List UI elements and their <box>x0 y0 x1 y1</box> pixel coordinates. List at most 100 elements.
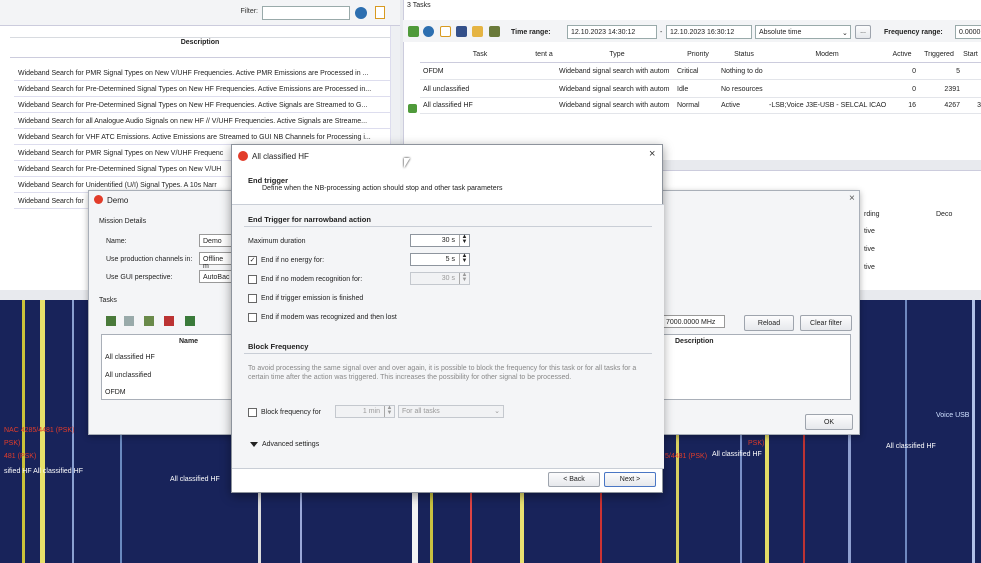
max-duration-label: Maximum duration <box>248 238 306 245</box>
filter-input[interactable] <box>262 6 350 20</box>
folder-icon[interactable] <box>472 26 483 37</box>
name-input[interactable]: Demo <box>199 234 233 247</box>
col-triggered[interactable]: Triggered <box>918 51 960 58</box>
list-item[interactable]: OFDM <box>105 389 126 396</box>
stepper-arrows-icon[interactable]: ▲ ▼ <box>459 253 469 265</box>
spectrum-label: sified HF All classified HF <box>4 468 83 475</box>
block-description: To avoid processing the same signal over… <box>248 365 637 381</box>
prod-channels-select[interactable]: Offline m <box>199 252 233 270</box>
time-range-label: Time range: <box>511 29 551 36</box>
modem-lost-label: End if modem was recognized and then los… <box>261 314 397 321</box>
expand-triangle-icon[interactable] <box>250 442 258 447</box>
list-item[interactable]: Wideband Search for Pre-Determined Signa… <box>14 82 390 97</box>
stepper-arrows-icon[interactable]: ▲ ▼ <box>459 234 469 246</box>
list-item[interactable]: All unclassified <box>105 372 151 379</box>
block-frequency-checkbox[interactable] <box>248 408 257 417</box>
binoculars-icon[interactable] <box>423 26 434 37</box>
description-column-header[interactable]: Description <box>675 338 714 345</box>
save-icon[interactable] <box>456 26 467 37</box>
divider <box>244 226 652 227</box>
close-icon[interactable]: × <box>649 148 655 160</box>
section-title: Block Frequency <box>248 342 309 351</box>
col-tent[interactable]: tent a <box>532 51 556 58</box>
col-type[interactable]: Type <box>558 51 676 58</box>
no-modem-checkbox[interactable] <box>248 275 257 284</box>
back-button[interactable]: < Back <box>548 472 600 487</box>
app-logo-icon <box>94 195 103 204</box>
chevron-down-icon: ⌄ <box>494 408 500 415</box>
no-energy-stepper[interactable]: 5 s ▲ ▼ <box>410 253 470 266</box>
divider <box>232 468 664 469</box>
gui-perspective-label: Use GUI perspective: <box>106 274 173 281</box>
new-document-icon[interactable] <box>440 26 451 37</box>
col-modem[interactable]: Modem <box>768 51 886 58</box>
name-column-header[interactable]: Name <box>179 338 198 345</box>
max-duration-stepper[interactable]: 30 s ▲ ▼ <box>410 234 470 247</box>
col-priority[interactable]: Priority <box>676 51 720 58</box>
binoculars-icon[interactable] <box>355 7 367 19</box>
advanced-settings-label[interactable]: Advanced settings <box>262 441 319 448</box>
status-text: tive <box>864 264 875 271</box>
col-deco[interactable]: Deco <box>936 211 952 218</box>
time-from-field[interactable]: 12.10.2023 14:30:12 <box>567 25 657 39</box>
list-item[interactable]: Wideband Search for PMR Signal Types on … <box>14 66 390 81</box>
copy-task-icon[interactable] <box>124 316 134 326</box>
list-item[interactable]: Wideband Search for all Analogue Audio S… <box>14 114 390 129</box>
chevron-down-icon: ⌄ <box>842 30 848 37</box>
col-active[interactable]: Active <box>886 51 918 58</box>
spectrum-label: 481 (PSK) <box>4 453 37 460</box>
app-logo-icon <box>238 151 248 161</box>
name-label: Name: <box>106 238 127 245</box>
table-row[interactable]: All classified HF Wideband signal search… <box>420 98 981 114</box>
no-modem-stepper[interactable]: 30 s ▲ ▼ <box>410 272 470 285</box>
edit-task-icon[interactable] <box>144 316 154 326</box>
description-header-line <box>10 37 390 38</box>
time-separator: - <box>660 29 663 36</box>
section-title: End Trigger for narrowband action <box>248 215 371 224</box>
time-to-field[interactable]: 12.10.2023 16:30:12 <box>666 25 752 39</box>
add-task-icon[interactable] <box>106 316 116 326</box>
list-item[interactable]: Wideband Search for VHF ATC Emissions. A… <box>14 130 390 145</box>
block-frequency-stepper[interactable]: 1 min ▲ ▼ <box>335 405 395 418</box>
block-scope-select[interactable]: For all tasks ⌄ <box>398 405 504 418</box>
spectrum-label: All classified HF <box>886 443 936 450</box>
list-item[interactable]: Wideband Search for Pre-Determined Signa… <box>14 98 390 113</box>
col-recording[interactable]: rding <box>864 211 880 218</box>
col-task[interactable]: Task <box>430 51 530 58</box>
search-task-icon[interactable] <box>408 26 419 37</box>
modem-lost-checkbox[interactable] <box>248 313 257 322</box>
close-icon[interactable]: × <box>849 193 855 204</box>
running-task-icon <box>408 104 417 113</box>
col-start[interactable]: Start <box>960 51 981 58</box>
frequency-from-field[interactable]: 0.0000 <box>955 25 981 39</box>
gui-perspective-select[interactable]: AutoBac <box>199 270 233 283</box>
next-button[interactable]: Next > <box>604 472 656 487</box>
no-energy-checkbox[interactable]: ✓ <box>248 256 257 265</box>
delete-task-icon[interactable] <box>164 316 174 326</box>
trigger-finished-checkbox[interactable] <box>248 294 257 303</box>
tasks-label: Tasks <box>99 297 117 304</box>
trigger-finished-label: End if trigger emission is finished <box>261 295 364 302</box>
table-row[interactable]: OFDM Wideband signal search with autom C… <box>420 64 981 80</box>
more-button[interactable]: ... <box>855 25 871 39</box>
stepper-arrows-icon[interactable]: ▲ ▼ <box>459 272 469 284</box>
document-icon[interactable] <box>375 6 385 19</box>
time-mode-select[interactable]: Absolute time <box>755 25 851 39</box>
end-trigger-dialog: All classified HF × End trigger Define w… <box>231 144 664 493</box>
spectrum-label: PSK) <box>4 440 21 447</box>
frequency-field[interactable]: 7000.0000 MHz <box>663 315 725 328</box>
description-column-header[interactable]: Description <box>10 26 390 58</box>
reload-button[interactable]: Reload <box>744 315 794 331</box>
divider <box>244 353 652 354</box>
prod-channels-label: Use production channels in: <box>106 256 193 263</box>
clear-filter-button[interactable]: Clear filter <box>800 315 852 331</box>
spectrum-label: NAC 4285/4481 (PSK) <box>4 427 75 434</box>
col-status[interactable]: Status <box>720 51 768 58</box>
table-row[interactable]: All unclassified Wideband signal search … <box>420 82 981 98</box>
run-task-icon[interactable] <box>185 316 195 326</box>
filter-label: Filter: <box>240 8 259 15</box>
list-item[interactable]: All classified HF <box>105 354 155 361</box>
stepper-arrows-icon[interactable]: ▲ ▼ <box>384 405 394 417</box>
ok-button[interactable]: OK <box>805 414 853 430</box>
columns-icon[interactable] <box>489 26 500 37</box>
